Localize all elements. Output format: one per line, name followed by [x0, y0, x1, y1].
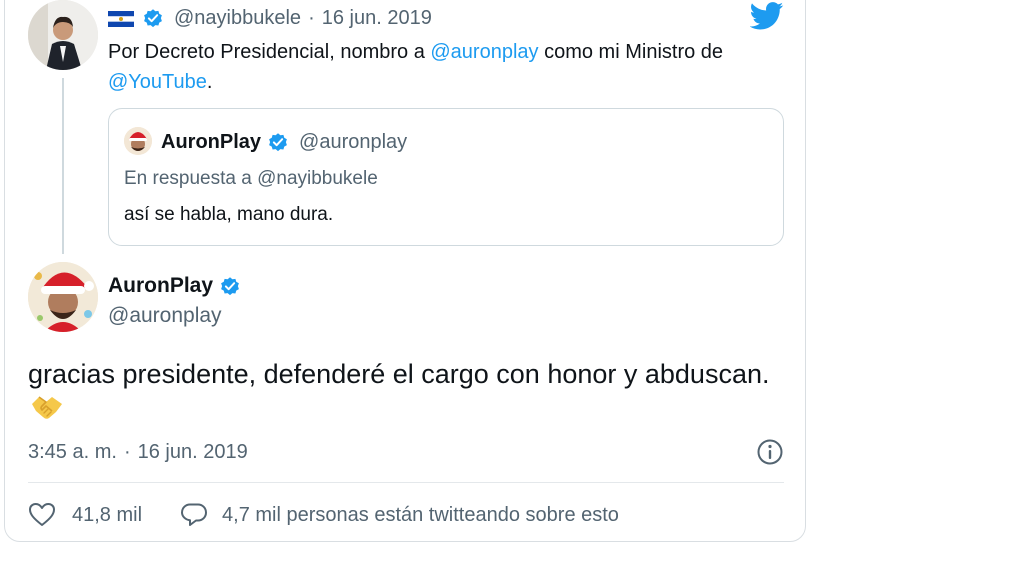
action-bar: 41,8 mil 4,7 mil personas están twittean…: [28, 500, 619, 530]
first-tweet-header: @nayibbukele · 16 jun. 2019: [108, 5, 432, 31]
tweet-date[interactable]: 16 jun. 2019: [138, 441, 248, 464]
main-tweet-author: AuronPlay: [108, 272, 241, 300]
heart-icon[interactable]: [28, 502, 56, 528]
first-tweet-text-start: Por Decreto Presidencial, nombro a: [108, 41, 431, 63]
timestamp-row: 3:45 a. m. · 16 jun. 2019: [28, 438, 248, 466]
main-handle[interactable]: @auronplay: [108, 302, 222, 330]
verified-icon: [219, 275, 241, 297]
quoted-tweet-header: AuronPlay @auronplay: [161, 128, 407, 156]
handshake-emoji-icon: [30, 392, 64, 422]
nayibbukele-handle[interactable]: @nayibbukele: [174, 7, 301, 30]
like-count[interactable]: 41,8 mil: [72, 504, 142, 527]
main-tweet-text: gracias presidente, defenderé el cargo c…: [28, 359, 770, 389]
quoted-display-name: AuronPlay: [161, 130, 262, 153]
verified-icon: [267, 131, 289, 153]
reply-context-handle: @nayibbukele: [257, 168, 378, 189]
el-salvador-flag-icon: [108, 10, 134, 27]
mention-auronplay[interactable]: @auronplay: [430, 41, 538, 63]
reply-context: En respuesta a @nayibbukele: [124, 165, 378, 193]
thread-connector-line: [62, 78, 64, 254]
reply-bubble-icon[interactable]: [180, 502, 208, 528]
first-tweet-text: Por Decreto Presidencial, nombro a @auro…: [108, 37, 788, 97]
action-divider: [28, 482, 784, 483]
info-icon[interactable]: [756, 438, 784, 466]
nayibbukele-avatar[interactable]: [28, 0, 98, 70]
quoted-auronplay-avatar: [124, 127, 152, 155]
quoted-tweet-text: así se habla, mano dura.: [124, 204, 334, 225]
header-separator: ·: [308, 6, 315, 29]
main-display-name[interactable]: AuronPlay: [108, 274, 213, 298]
reply-info-text[interactable]: 4,7 mil personas están twitteando sobre …: [222, 504, 619, 527]
tweet-time[interactable]: 3:45 a. m.: [28, 441, 117, 464]
verified-icon: [142, 7, 164, 29]
quoted-tweet[interactable]: AuronPlay @auronplay En respuesta a @nay…: [108, 108, 784, 246]
first-tweet-date[interactable]: 16 jun. 2019: [322, 7, 432, 30]
timestamp-separator: ·: [123, 440, 131, 463]
auronplay-avatar[interactable]: [28, 262, 98, 332]
first-tweet-text-end: .: [206, 71, 213, 93]
quoted-handle: @auronplay: [299, 130, 408, 153]
first-tweet-text-middle: como mi Ministro de: [538, 41, 724, 63]
twitter-bird-icon[interactable]: [749, 2, 784, 30]
mention-youtube[interactable]: @YouTube: [108, 71, 207, 93]
reply-context-prefix: En respuesta a: [124, 168, 258, 189]
